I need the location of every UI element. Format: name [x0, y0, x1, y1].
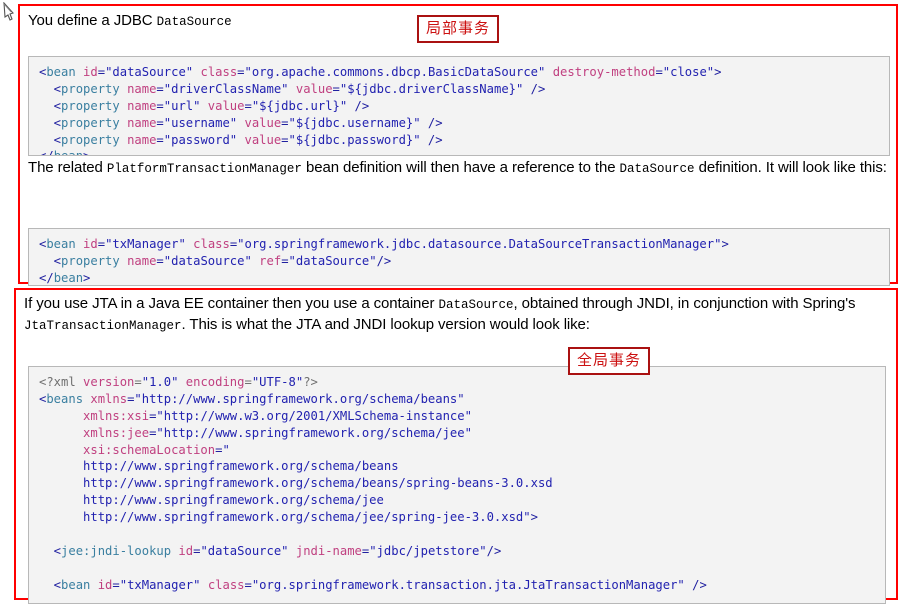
section-global-content: If you use JTA in a Java EE container th… — [16, 290, 896, 605]
global-intro-mono-jtm: JtaTransactionManager — [24, 318, 182, 333]
callout-global-transaction: 全局事务 — [568, 347, 651, 375]
global-intro-text-b: , obtained through JNDI, in conjunction … — [513, 295, 856, 312]
section-local-transaction: You define a JDBC DataSource <bean id="d… — [18, 4, 898, 287]
section-global-transaction: If you use JTA in a Java EE container th… — [14, 288, 898, 605]
local-mid-paragraph: The related PlatformTransactionManager b… — [28, 158, 894, 179]
pen-cursor-icon — [2, 1, 18, 22]
local-mid-text-b: bean definition will then have a referen… — [301, 159, 620, 176]
local-mid-mono-ptm: PlatformTransactionManager — [106, 162, 302, 176]
section-local-content: You define a JDBC DataSource <bean id="d… — [20, 6, 896, 287]
global-intro-mono-datasource: DataSource — [438, 298, 514, 312]
code-block-datasource-bean-text: <bean id="dataSource" class="org.apache.… — [39, 65, 722, 155]
local-mid-text-a: The related — [28, 159, 107, 176]
local-intro-text-a: You define a JDBC — [28, 12, 157, 29]
code-block-txmanager-bean-text: <bean id="txManager" class="org.springfr… — [39, 237, 729, 285]
code-block-jta-jndi-xml-text: <?xml version="1.0" encoding="UTF-8"?> <… — [39, 375, 707, 592]
callout-local-transaction: 局部事务 — [417, 15, 500, 43]
local-mid-text-c: definition. It will look like this: — [694, 159, 887, 176]
local-intro-mono-datasource: DataSource — [156, 15, 232, 29]
code-block-datasource-bean: <bean id="dataSource" class="org.apache.… — [28, 56, 890, 157]
local-mid-mono-datasource: DataSource — [619, 162, 695, 176]
code-block-jta-jndi-xml: <?xml version="1.0" encoding="UTF-8"?> <… — [28, 366, 886, 605]
global-intro-paragraph: If you use JTA in a Java EE container th… — [24, 294, 894, 335]
global-intro-text-c: . This is what the JTA and JNDI lookup v… — [181, 315, 590, 333]
local-intro-paragraph: You define a JDBC DataSource — [28, 11, 628, 32]
page-root: You define a JDBC DataSource <bean id="d… — [0, 0, 902, 605]
global-intro-text-a: If you use JTA in a Java EE container th… — [24, 295, 439, 312]
code-block-txmanager-bean: <bean id="txManager" class="org.springfr… — [28, 228, 890, 287]
